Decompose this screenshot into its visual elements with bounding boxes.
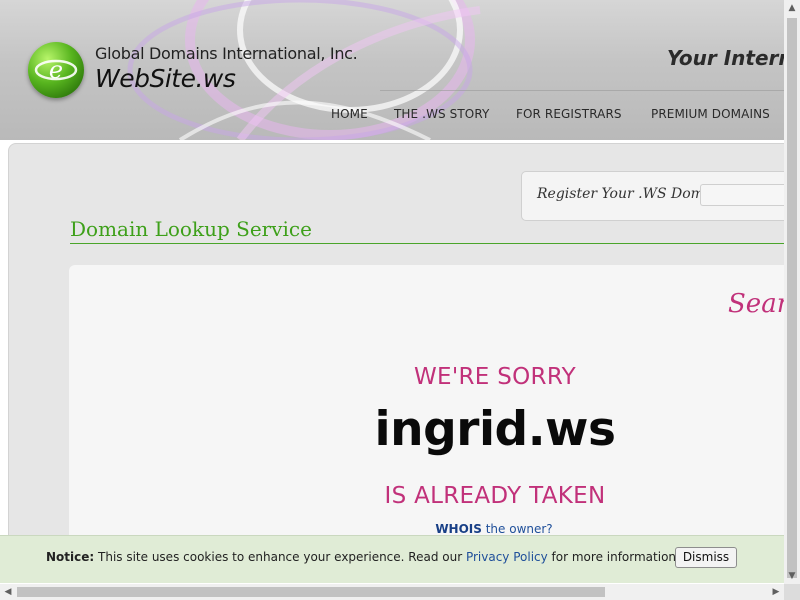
horizontal-scrollbar[interactable]: ◀ ▶ [0,584,784,600]
vertical-scroll-thumb[interactable] [787,18,797,578]
whois-label[interactable]: WHOIS [435,522,482,536]
nav-for-registrars[interactable]: FOR REGISTRARS [516,107,622,121]
whois-owner-text[interactable]: the owner? [482,522,553,536]
sorry-message: WE'RE SORRY [414,364,576,390]
cookie-text-after: for more information. [547,550,680,564]
nav-home[interactable]: HOME [331,107,368,121]
notice-label: Notice: [46,550,95,564]
cookie-text-before: This site uses cookies to enhance your e… [94,550,466,564]
globe-logo-icon[interactable]: e [28,42,84,98]
scroll-down-arrow-icon[interactable]: ▼ [784,568,800,584]
cookie-notice-text: Notice: This site uses cookies to enhanc… [46,550,680,564]
register-domain-input[interactable] [700,184,784,206]
header-tagline: Your Interne [667,46,784,70]
scrollbar-corner [784,584,800,600]
nav-premium-domains[interactable]: PREMIUM DOMAINS [651,107,770,121]
scroll-right-arrow-icon[interactable]: ▶ [768,584,784,600]
page-title: Domain Lookup Service [70,217,312,241]
vertical-scrollbar[interactable]: ▲ ▼ [784,0,800,584]
title-divider [70,243,784,244]
scroll-left-arrow-icon[interactable]: ◀ [0,584,16,600]
taken-message: IS ALREADY TAKEN [384,483,606,509]
dismiss-button[interactable]: Dismiss [675,547,737,568]
company-name: Global Domains International, Inc. [95,44,358,63]
register-domain-label: Register Your .WS Domain [537,186,726,202]
privacy-policy-link[interactable]: Privacy Policy [466,550,548,564]
site-logo-text[interactable]: WebSite.ws [95,64,236,93]
domain-name: ingrid.ws [374,402,616,457]
site-header: e Global Domains International, Inc. Web… [0,0,784,140]
whois-link[interactable]: WHOIS the owner? [394,522,594,536]
scroll-up-arrow-icon[interactable]: ▲ [784,0,800,16]
svg-text:e: e [49,56,63,84]
nav-ws-story[interactable]: THE .WS STORY [394,107,489,121]
horizontal-scroll-thumb[interactable] [17,587,605,597]
